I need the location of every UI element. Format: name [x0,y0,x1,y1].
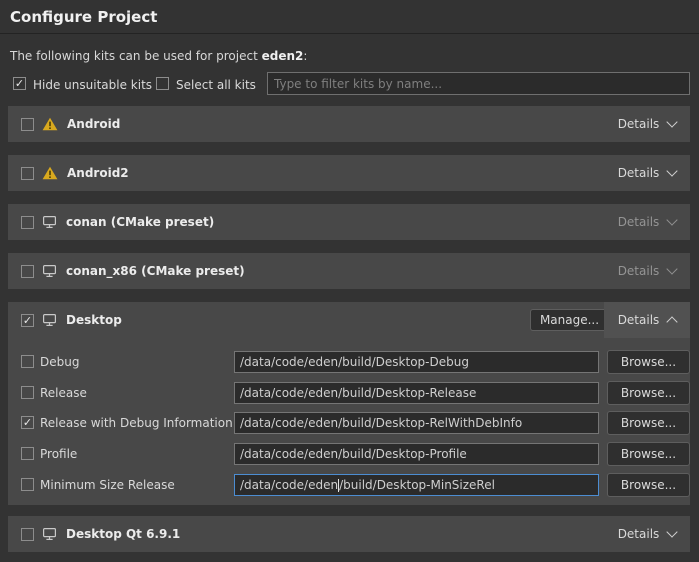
config-label: Debug [40,351,79,373]
build-dir-input[interactable] [234,443,599,465]
config-checkbox[interactable]: ✓ [21,416,34,429]
kit-checkbox[interactable] [21,528,34,541]
kit-row-android2: Android2 Details [8,155,690,191]
chevron-down-icon [667,214,678,225]
path-text-before-caret: /data/code/eden [240,478,338,492]
title-divider [0,33,699,34]
config-row-debug: Debug Browse... [8,351,690,373]
kit-row-desktop-qt: Desktop Qt 6.9.1 Details [8,516,690,552]
kit-filter-input[interactable] [267,72,690,95]
check-icon: ✓ [23,417,32,428]
config-row-minsizerel: Minimum Size Release /data/code/eden/bui… [8,474,690,496]
kit-checkbox[interactable]: ✓ [21,314,34,327]
desktop-monitor-icon [42,527,57,541]
desktop-monitor-icon [42,264,57,278]
details-label: Details [618,264,660,278]
build-dir-input-focused[interactable]: /data/code/eden/build/Desktop-MinSizeRel [234,474,599,496]
chevron-down-icon [667,165,678,176]
kit-checkbox[interactable] [21,265,34,278]
hide-unsuitable-label: Hide unsuitable kits [33,78,152,92]
kit-card-desktop: ✓ Desktop Manage... Details Debug Browse… [8,302,690,505]
browse-button[interactable]: Browse... [607,442,690,466]
kit-checkbox[interactable] [21,167,34,180]
path-text-after-caret: /build/Desktop-MinSizeRel [339,478,495,492]
check-icon: ✓ [15,78,24,89]
kit-name: Desktop Qt 6.9.1 [66,527,180,541]
kit-row-conan: conan (CMake preset) Details [8,204,690,240]
page-title: Configure Project [10,8,157,26]
desktop-monitor-icon [42,313,57,327]
select-all-label: Select all kits [176,78,256,92]
chevron-down-icon [667,263,678,274]
kit-name: Android2 [67,166,129,180]
browse-button[interactable]: Browse... [607,350,690,374]
details-label: Details [618,215,660,229]
chevron-down-icon [667,116,678,127]
intro-prefix: The following kits can be used for proje… [10,49,262,63]
details-label: Details [618,313,660,327]
kit-checkbox[interactable] [21,118,34,131]
check-icon: ✓ [23,315,32,326]
details-label: Details [618,117,660,131]
kit-name: Android [67,117,120,131]
details-toggle[interactable]: Details [604,204,690,240]
configure-project-page: Configure Project The following kits can… [0,0,699,562]
desktop-monitor-icon [42,215,57,229]
build-dir-input[interactable] [234,351,599,373]
details-label: Details [618,527,660,541]
config-label: Release with Debug Information [40,412,233,434]
kit-name: Desktop [66,313,122,327]
intro-text: The following kits can be used for proje… [10,49,307,63]
config-label: Release [40,382,87,404]
browse-button[interactable]: Browse... [607,411,690,435]
select-all-checkbox[interactable] [156,77,169,90]
chevron-down-icon [667,526,678,537]
config-row-profile: Profile Browse... [8,443,690,465]
config-checkbox[interactable] [21,355,34,368]
config-label: Minimum Size Release [40,474,175,496]
details-toggle[interactable]: Details [604,302,690,338]
kit-row-conan-x86: conan_x86 (CMake preset) Details [8,253,690,289]
project-name: eden2 [262,49,304,63]
kit-name: conan (CMake preset) [66,215,214,229]
browse-button[interactable]: Browse... [607,381,690,405]
config-checkbox[interactable] [21,386,34,399]
config-label: Profile [40,443,77,465]
build-dir-input[interactable] [234,412,599,434]
hide-unsuitable-checkbox[interactable]: ✓ [13,77,26,90]
kit-checkbox[interactable] [21,216,34,229]
details-toggle[interactable]: Details [604,155,690,191]
kit-name: conan_x86 (CMake preset) [66,264,245,278]
browse-button[interactable]: Browse... [607,473,690,497]
kit-row-android: Android Details [8,106,690,142]
details-toggle[interactable]: Details [604,253,690,289]
details-toggle[interactable]: Details [604,516,690,552]
config-row-relwithdebinfo: ✓ Release with Debug Information Browse.… [8,412,690,434]
warning-icon [42,117,58,131]
kit-row-desktop: ✓ Desktop Manage... Details [8,302,690,338]
details-toggle[interactable]: Details [604,106,690,142]
chevron-up-icon [667,316,678,327]
manage-kits-button[interactable]: Manage... [530,309,609,331]
details-label: Details [618,166,660,180]
config-checkbox[interactable] [21,478,34,491]
config-row-release: Release Browse... [8,382,690,404]
build-dir-input[interactable] [234,382,599,404]
config-checkbox[interactable] [21,447,34,460]
intro-suffix: : [303,49,307,63]
warning-icon [42,166,58,180]
